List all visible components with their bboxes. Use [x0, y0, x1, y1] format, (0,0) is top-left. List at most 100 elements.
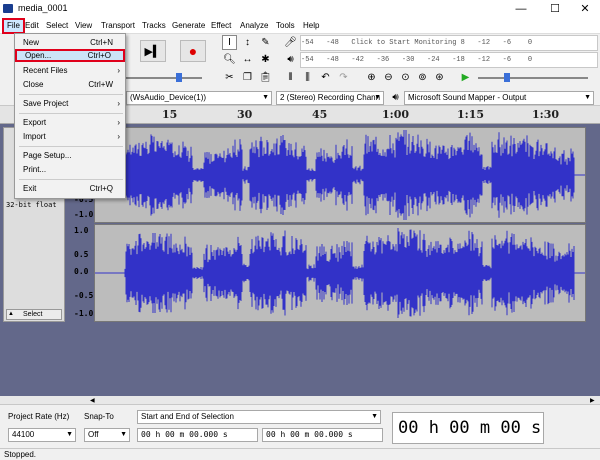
select-track-button[interactable]: Select — [6, 309, 62, 320]
play-speed-thumb[interactable] — [504, 73, 510, 82]
menu-item-page-setup[interactable]: Page Setup... — [15, 149, 125, 162]
chevron-down-icon: ▼ — [374, 94, 381, 101]
menu-analyze[interactable]: Analyze — [237, 18, 271, 34]
collapse-icon[interactable]: ▲ — [8, 311, 14, 317]
shortcut: Ctrl+W — [88, 80, 113, 89]
status-bar: Stopped. — [0, 448, 600, 460]
volume-thumb[interactable] — [176, 73, 182, 82]
menu-item-new[interactable]: New Ctrl+N — [15, 36, 125, 49]
audio-position-display[interactable]: 00 h 00 m 00 s — [392, 412, 544, 444]
undo-icon[interactable]: ↶ — [318, 70, 333, 85]
close-button[interactable]: ✕ — [570, 2, 600, 16]
menu-separator — [19, 113, 123, 114]
selection-mode-value: Start and End of Selection — [141, 412, 234, 421]
scale-label: 1.0 — [74, 226, 89, 235]
waveform-right-channel[interactable] — [94, 224, 586, 322]
menu-tracks[interactable]: Tracks — [139, 18, 169, 34]
menu-label: Print... — [23, 165, 47, 174]
host-label: (WsAudio_Device(1)) — [130, 93, 207, 102]
skip-end-button[interactable]: ▶▍ — [140, 40, 166, 62]
waveform-left-channel[interactable] — [94, 127, 586, 223]
audio-position-value: 00 h 00 m 00 s — [398, 418, 542, 438]
selection-tool-icon[interactable]: I — [222, 35, 237, 50]
volume-slider[interactable] — [126, 77, 202, 79]
record-button[interactable]: ● — [180, 40, 206, 62]
submenu-arrow-icon: › — [117, 118, 120, 127]
timeshift-tool-icon[interactable]: ↔ — [240, 52, 255, 67]
menu-transport[interactable]: Transport — [98, 18, 138, 34]
menu-effect[interactable]: Effect — [208, 18, 234, 34]
play-at-speed-icon[interactable]: ▶ — [458, 70, 473, 85]
waveform-right-svg — [95, 228, 585, 318]
ruler-label: 15 — [162, 108, 178, 121]
envelope-tool-icon[interactable]: ↕ — [240, 35, 255, 50]
scroll-left-icon[interactable]: ◀ — [90, 397, 95, 404]
menu-item-recent-files[interactable]: Recent Files › — [15, 64, 125, 77]
fit-project-icon[interactable]: ⊚ — [415, 70, 430, 85]
zoom-toggle-icon[interactable]: ⊛ — [432, 70, 447, 85]
menu-edit[interactable]: Edit — [22, 18, 42, 34]
scale-label: -1.0 — [74, 309, 94, 318]
chevron-down-icon: ▼ — [66, 431, 73, 438]
multi-tool-icon[interactable]: ✱ — [258, 52, 273, 67]
shortcut: Ctrl+N — [90, 38, 113, 47]
chevron-down-icon: ▼ — [262, 94, 269, 101]
project-rate-select[interactable]: 44100 ▼ — [8, 428, 76, 442]
redo-icon[interactable]: ↷ — [336, 70, 351, 85]
menu-item-save-project[interactable]: Save Project › — [15, 97, 125, 110]
playback-device-select[interactable]: Microsoft Sound Mapper - Output ▼ — [404, 91, 594, 105]
menu-generate[interactable]: Generate — [169, 18, 208, 34]
menu-item-export[interactable]: Export › — [15, 116, 125, 129]
zoom-tool-icon[interactable]: 🔍︎ — [222, 52, 237, 67]
menu-item-close[interactable]: Close Ctrl+W — [15, 78, 125, 91]
mic-icon[interactable]: 🎤︎ — [283, 35, 298, 50]
trim-icon[interactable]: ⫴ — [283, 70, 298, 85]
skip-end-icon: ▶▍ — [144, 45, 162, 58]
selection-start-time[interactable]: 00 h 00 m 00.000 s — [137, 428, 258, 442]
menu-select[interactable]: Select — [43, 18, 71, 34]
menu-label: Open... — [25, 51, 52, 60]
menu-item-open[interactable]: Open... Ctrl+O — [15, 49, 125, 62]
silence-icon[interactable]: ⫼ — [300, 70, 315, 85]
menu-item-print[interactable]: Print... — [15, 163, 125, 176]
horizontal-scrollbar[interactable]: ◀ ▶ — [0, 396, 600, 404]
scroll-right-icon[interactable]: ▶ — [590, 397, 595, 404]
menu-label: Export — [23, 118, 47, 127]
fit-selection-icon[interactable]: ⊙ — [398, 70, 413, 85]
speaker-icon[interactable]: 🔊︎ — [283, 52, 298, 67]
waveform-left-svg — [95, 130, 585, 220]
recording-device-select[interactable]: (WsAudio_Device(1)) ▼ — [126, 91, 272, 105]
menu-item-exit[interactable]: Exit Ctrl+Q — [15, 182, 125, 195]
menu-label: Import — [23, 132, 46, 141]
play-speed-slider[interactable] — [478, 77, 588, 79]
menu-help[interactable]: Help — [300, 18, 322, 34]
draw-tool-icon[interactable]: ✎ — [258, 35, 273, 50]
copy-icon[interactable]: ❐ — [240, 70, 255, 85]
shortcut: Ctrl+Q — [89, 184, 113, 193]
menu-label: Save Project — [23, 99, 69, 108]
zoom-in-icon[interactable]: ⊕ — [364, 70, 379, 85]
channels-label: 2 (Stereo) Recording Chann — [280, 93, 381, 102]
record-meter[interactable]: -54 -48 Click to Start Monitoring 8 -12 … — [300, 35, 598, 51]
scale-label: -1.0 — [74, 210, 94, 219]
menu-label: Page Setup... — [23, 151, 72, 160]
file-menu: New Ctrl+N Open... Ctrl+O Recent Files › Cl… — [14, 33, 126, 199]
maximize-button[interactable]: ☐ — [540, 2, 570, 16]
menu-view[interactable]: View — [72, 18, 95, 34]
menu-item-import[interactable]: Import › — [15, 130, 125, 143]
playback-meter[interactable]: -54 -48 -42 -36 -30 -24 -18 -12 -6 0 — [300, 52, 598, 68]
channels-select[interactable]: 2 (Stereo) Recording Chann ▼ — [276, 91, 384, 105]
paste-icon[interactable]: 📋︎ — [258, 70, 273, 85]
minimize-button[interactable]: — — [506, 2, 536, 16]
track-format: 32-bit float — [6, 201, 57, 209]
selection-mode-select[interactable]: Start and End of Selection ▼ — [137, 410, 381, 424]
selection-end-time[interactable]: 00 h 00 m 00.000 s — [262, 428, 383, 442]
snap-value: Off — [88, 430, 99, 439]
snap-to-select[interactable]: Off ▼ — [84, 428, 130, 442]
record-icon: ● — [188, 43, 198, 59]
menu-tools[interactable]: Tools — [273, 18, 298, 34]
selection-toolbar: Project Rate (Hz) Snap-To 44100 ▼ Off ▼ St… — [0, 404, 600, 448]
ruler-label: 45 — [312, 108, 328, 121]
zoom-out-icon[interactable]: ⊖ — [381, 70, 396, 85]
cut-icon[interactable]: ✂ — [222, 70, 237, 85]
